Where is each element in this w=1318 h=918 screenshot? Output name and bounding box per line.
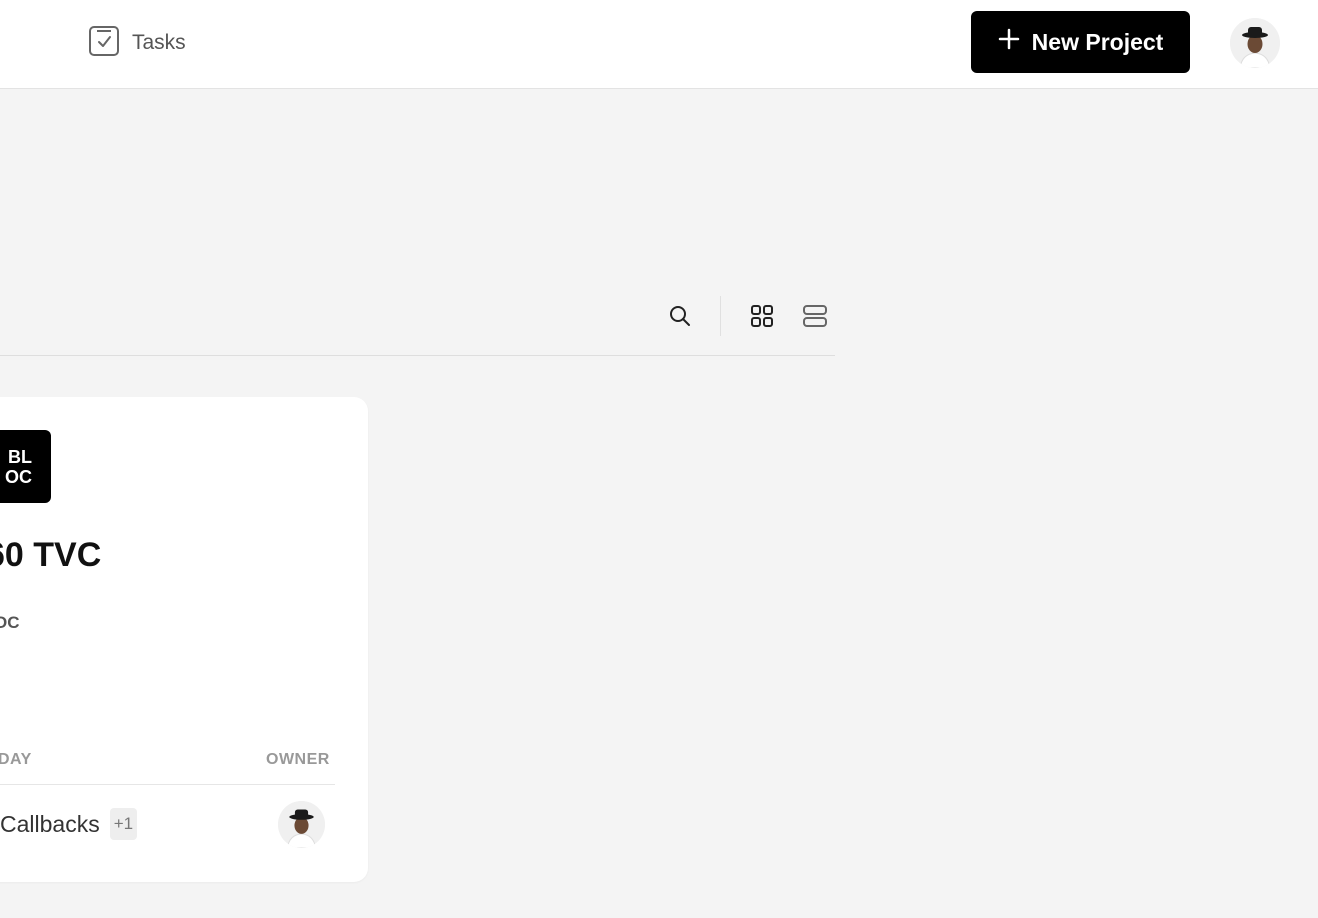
project-logo-line1: BL <box>8 446 32 467</box>
project-client: OC <box>0 613 20 632</box>
project-logo-line2: OC <box>5 466 32 487</box>
top-navigation-bar: r Tasks New Project <box>0 0 1318 89</box>
nav-item-tasks[interactable]: Tasks <box>88 25 186 62</box>
list-view-icon <box>803 305 827 327</box>
new-project-button[interactable]: New Project <box>971 11 1190 73</box>
list-view-button[interactable] <box>795 296 835 336</box>
tasks-icon <box>88 25 120 62</box>
grid-view-icon <box>751 305 773 327</box>
owner-column-header: OWNER <box>266 751 330 768</box>
toolbar-underline <box>0 355 835 356</box>
search-button[interactable] <box>660 296 700 336</box>
project-logo: BL OC <box>0 430 51 503</box>
more-tasks-badge[interactable]: +1 <box>109 808 138 840</box>
card-divider <box>0 784 335 785</box>
today-task-label: Callbacks <box>0 810 100 837</box>
plus-icon <box>998 28 1020 56</box>
toolbar-divider <box>720 296 721 336</box>
avatar-person-icon <box>1230 18 1280 68</box>
grid-view-button[interactable] <box>742 296 782 336</box>
new-project-label: New Project <box>1031 28 1164 55</box>
project-title[interactable]: 60 TVC <box>0 536 101 575</box>
avatar-person-icon <box>278 801 325 848</box>
today-task-item[interactable]: Callbacks +1 <box>0 807 138 841</box>
owner-avatar[interactable] <box>278 801 325 848</box>
today-column-header: DAY <box>0 751 32 768</box>
search-icon <box>670 306 690 326</box>
nav-item-tasks-label: Tasks <box>132 31 186 54</box>
user-avatar[interactable] <box>1230 18 1280 68</box>
